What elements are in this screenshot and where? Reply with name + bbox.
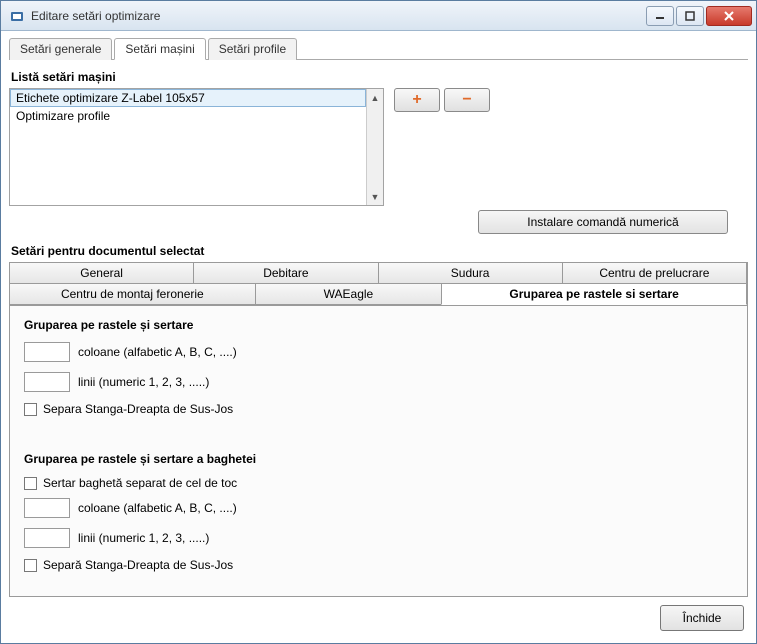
install-nc-button[interactable]: Instalare comandă numerică [478, 210, 728, 234]
group2-sep-label: Separă Stanga-Dreapta de Sus-Jos [43, 558, 233, 572]
grouping-panel: Gruparea pe rastele și sertare coloane (… [9, 306, 748, 597]
group2-cols-input[interactable] [24, 498, 70, 518]
maximize-button[interactable] [676, 6, 704, 26]
titlebar: Editare setări optimizare [1, 1, 756, 31]
list-item[interactable]: Etichete optimizare Z-Label 105x57 [10, 89, 366, 107]
machine-listbox[interactable]: Etichete optimizare Z-Label 105x57 Optim… [9, 88, 384, 206]
group2-lines-label: linii (numeric 1, 2, 3, .....) [78, 531, 209, 545]
tab-general[interactable]: General [9, 262, 194, 284]
add-button[interactable]: + [394, 88, 440, 112]
tab-sudura[interactable]: Sudura [378, 262, 563, 284]
group1-sep-checkbox[interactable] [24, 403, 37, 416]
minimize-button[interactable] [646, 6, 674, 26]
window-controls [646, 6, 752, 26]
group1-sep-label: Separa Stanga-Dreapta de Sus-Jos [43, 402, 233, 416]
scroll-up-icon[interactable]: ▲ [367, 89, 383, 106]
group2-cols-label: coloane (alfabetic A, B, C, ....) [78, 501, 237, 515]
group2-title: Gruparea pe rastele și sertare a baghete… [24, 452, 733, 466]
group2-sertar-checkbox[interactable] [24, 477, 37, 490]
doc-settings-label: Setări pentru documentul selectat [11, 244, 748, 258]
tab-centru-montaj[interactable]: Centru de montaj feronerie [9, 283, 256, 305]
group2-sep-checkbox[interactable] [24, 559, 37, 572]
remove-button[interactable]: − [444, 88, 490, 112]
scroll-down-icon[interactable]: ▼ [367, 188, 383, 205]
tab-gruparea[interactable]: Gruparea pe rastele si sertare [441, 283, 747, 305]
machine-list-label: Listă setări mașini [11, 70, 748, 84]
tab-waeagle[interactable]: WAEagle [255, 283, 443, 305]
client-area: Setări generale Setări mașini Setări pro… [1, 31, 756, 643]
group2-sertar-label: Sertar baghetă separat de cel de toc [43, 476, 237, 490]
group2-lines-input[interactable] [24, 528, 70, 548]
top-tabs: Setări generale Setări mașini Setări pro… [9, 37, 748, 60]
tab-machine-settings[interactable]: Setări mașini [114, 38, 205, 60]
minus-icon: − [462, 91, 471, 109]
group1-cols-label: coloane (alfabetic A, B, C, ....) [78, 345, 237, 359]
close-button-label: Închide [683, 611, 722, 625]
app-icon [9, 8, 25, 24]
tab-general-settings[interactable]: Setări generale [9, 38, 112, 60]
close-window-button[interactable] [706, 6, 752, 26]
install-nc-label: Instalare comandă numerică [527, 215, 678, 229]
tab-centru-prelucrare[interactable]: Centru de prelucrare [562, 262, 747, 284]
group1-title: Gruparea pe rastele și sertare [24, 318, 733, 332]
plus-icon: + [412, 91, 421, 109]
tab-profile-settings[interactable]: Setări profile [208, 38, 297, 60]
group1-lines-input[interactable] [24, 372, 70, 392]
list-item[interactable]: Optimizare profile [10, 107, 366, 125]
listbox-scrollbar[interactable]: ▲ ▼ [366, 89, 383, 205]
close-button[interactable]: Închide [660, 605, 744, 631]
group1-cols-input[interactable] [24, 342, 70, 362]
group1-lines-label: linii (numeric 1, 2, 3, .....) [78, 375, 209, 389]
app-window: Editare setări optimizare Setări general… [0, 0, 757, 644]
tab-debitare[interactable]: Debitare [193, 262, 378, 284]
doc-sub-tabs: General Debitare Sudura Centru de preluc… [9, 262, 748, 306]
window-title: Editare setări optimizare [31, 9, 646, 23]
